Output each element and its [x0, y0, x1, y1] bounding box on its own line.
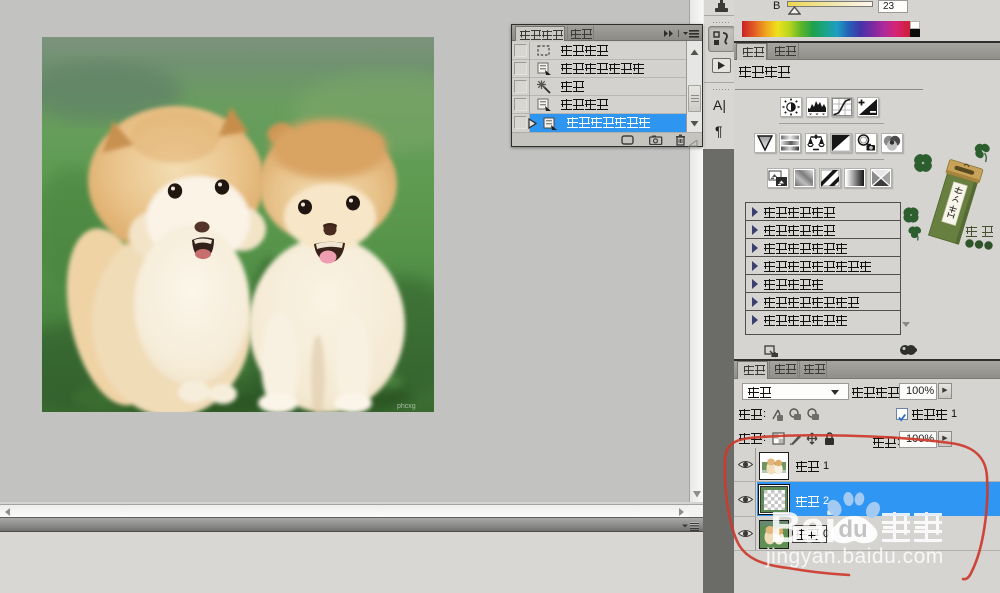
svg-text:phcxg: phcxg: [397, 403, 416, 410]
svg-text:du: du: [838, 516, 867, 543]
